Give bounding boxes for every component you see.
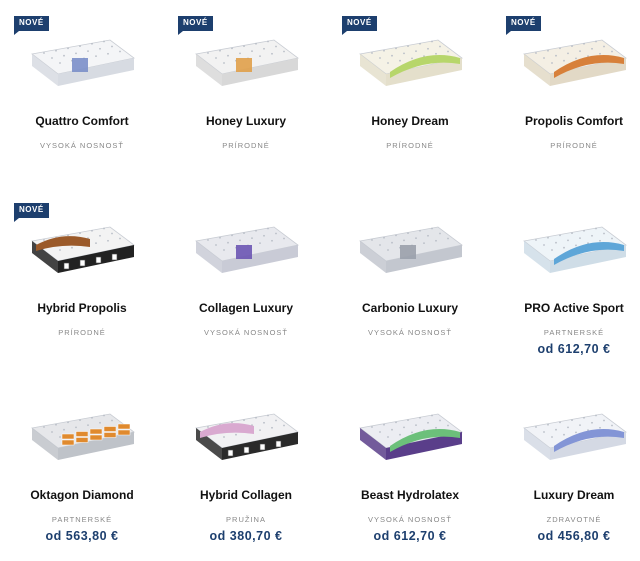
product-category: PRÍRODNÉ [550, 141, 598, 150]
product-price: od 612,70 € [537, 342, 611, 356]
product-card[interactable]: NOVÉ Honey Dream PRÍRODNÉ [330, 0, 490, 187]
product-card[interactable]: Beast Hydrolatex VYSOKÁ NOSNOSŤ od 612,70 … [330, 374, 490, 561]
new-badge: NOVÉ [14, 16, 49, 35]
product-price: od 612,70 € [373, 529, 447, 543]
product-category: PARTNERSKÉ [51, 515, 113, 524]
product-category: PARTNERSKÉ [543, 328, 605, 337]
product-image[interactable] [494, 374, 640, 484]
product-name[interactable]: Collagen Luxury [166, 301, 326, 315]
product-card[interactable]: Carbonio Luxury VYSOKÁ NOSNOSŤ [330, 187, 490, 374]
product-category: VYSOKÁ NOSNOSŤ [39, 141, 125, 150]
product-category: PRÍRODNÉ [222, 141, 270, 150]
product-image[interactable] [166, 374, 326, 484]
product-name[interactable]: Hybrid Collagen [166, 488, 326, 502]
product-name[interactable]: Carbonio Luxury [330, 301, 490, 315]
product-price: od 380,70 € [209, 529, 283, 543]
product-category: VYSOKÁ NOSNOSŤ [367, 515, 453, 524]
product-name[interactable]: Hybrid Propolis [2, 301, 162, 315]
product-image[interactable] [166, 187, 326, 297]
product-category: PRUŽINA [226, 515, 266, 524]
product-image[interactable] [330, 374, 490, 484]
product-price: od 456,80 € [537, 529, 611, 543]
new-badge: NOVÉ [342, 16, 377, 35]
product-name[interactable]: Beast Hydrolatex [330, 488, 490, 502]
product-card[interactable]: Luxury Dream ZDRAVOTNÉ od 456,80 € [494, 374, 640, 561]
product-category: VYSOKÁ NOSNOSŤ [203, 328, 289, 337]
product-card[interactable]: Collagen Luxury VYSOKÁ NOSNOSŤ [166, 187, 326, 374]
new-badge: NOVÉ [506, 16, 541, 35]
product-category: PRÍRODNÉ [386, 141, 434, 150]
product-card[interactable]: Hybrid Collagen PRUŽINA od 380,70 € [166, 374, 326, 561]
product-card[interactable]: NOVÉ Hybrid Propolis PRÍRODNÉ [2, 187, 162, 374]
new-badge: NOVÉ [14, 203, 49, 222]
product-name[interactable]: Honey Dream [330, 114, 490, 128]
product-card[interactable]: PRO Active Sport PARTNERSKÉ od 612,70 € [494, 187, 640, 374]
product-name[interactable]: Quattro Comfort [2, 114, 162, 128]
product-category: PRÍRODNÉ [58, 328, 106, 337]
product-name[interactable]: Oktagon Diamond [2, 488, 162, 502]
product-image[interactable] [330, 187, 490, 297]
product-card[interactable]: Oktagon Diamond PARTNERSKÉ od 563,80 € [2, 374, 162, 561]
product-image[interactable] [494, 187, 640, 297]
new-badge: NOVÉ [178, 16, 213, 35]
product-card[interactable]: NOVÉ Quattro Comfort VYSOKÁ NOSNOSŤ [2, 0, 162, 187]
product-card[interactable]: NOVÉ Honey Luxury PRÍRODNÉ [166, 0, 326, 187]
product-name[interactable]: PRO Active Sport [494, 301, 640, 315]
product-category: VYSOKÁ NOSNOSŤ [367, 328, 453, 337]
product-grid: NOVÉ Quattro Comfort VYSOKÁ NOSNOSŤ NOVÉ Hon… [0, 0, 640, 559]
product-name[interactable]: Honey Luxury [166, 114, 326, 128]
product-price: od 563,80 € [45, 529, 119, 543]
product-name[interactable]: Luxury Dream [494, 488, 640, 502]
product-category: ZDRAVOTNÉ [546, 515, 602, 524]
product-name[interactable]: Propolis Comfort [494, 114, 640, 128]
product-card[interactable]: NOVÉ Propolis Comfort PRÍRODNÉ [494, 0, 640, 187]
product-image[interactable] [2, 374, 162, 484]
